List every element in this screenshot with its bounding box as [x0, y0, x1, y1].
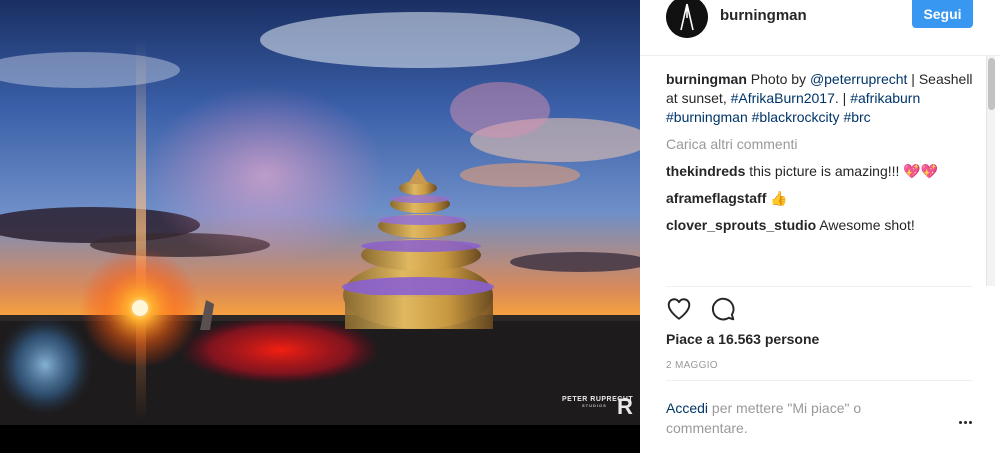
- comment-username[interactable]: aframeflagstaff: [666, 190, 766, 206]
- sunset-seashell-image: R: [0, 0, 640, 453]
- caption-hashtag[interactable]: #blackrockcity: [752, 109, 840, 125]
- more-options-icon: [963, 420, 967, 424]
- caption-text-1: Photo by: [746, 71, 810, 87]
- post-photo[interactable]: R PETER RUPRECHT STUDIOS: [0, 0, 640, 453]
- comment-item: clover_sprouts_studio Awesome shot!: [666, 216, 984, 235]
- avatar[interactable]: [666, 0, 708, 38]
- caption-hashtag[interactable]: #burningman: [666, 109, 748, 125]
- comments-scrollbar[interactable]: [986, 56, 995, 286]
- likes-count[interactable]: Piace a 16.563 persone: [666, 331, 819, 347]
- comment-button[interactable]: [710, 296, 736, 322]
- comments-list[interactable]: burningman Photo by @peterruprecht | Sea…: [666, 70, 984, 286]
- post-date: 2 MAGGIO: [666, 360, 718, 371]
- comment-text: this picture is amazing!!!: [745, 163, 904, 179]
- sparkling-heart-emoji-icon: 💖💖: [903, 163, 939, 179]
- post-header: burningman Segui: [640, 0, 1000, 56]
- more-options-icon: [968, 420, 972, 424]
- caption-mention[interactable]: @peterruprecht: [810, 71, 907, 87]
- heart-outline-icon: [667, 298, 691, 320]
- scrollbar-thumb[interactable]: [988, 58, 995, 110]
- follow-button[interactable]: Segui: [912, 0, 973, 28]
- comment-username[interactable]: thekindreds: [666, 163, 745, 179]
- divider: [666, 380, 972, 381]
- like-button[interactable]: [666, 296, 692, 322]
- login-prompt: Accedi per mettere "Mi piace" o commenta…: [666, 398, 916, 438]
- more-options-button[interactable]: [955, 412, 975, 432]
- speech-bubble-icon: [711, 297, 735, 321]
- caption-hashtag[interactable]: #afrikaburn: [850, 90, 920, 106]
- caption-username[interactable]: burningman: [666, 71, 747, 87]
- post-side-panel: burningman Segui burningman Photo by @pe…: [640, 0, 1000, 453]
- more-options-icon: [958, 420, 962, 424]
- login-link[interactable]: Accedi: [666, 400, 708, 416]
- photo-watermark: PETER RUPRECHT STUDIOS: [562, 396, 634, 408]
- caption-hashtag[interactable]: #brc: [843, 109, 870, 125]
- burning-man-logo-icon: [666, 0, 708, 38]
- post-caption: burningman Photo by @peterruprecht | Sea…: [666, 70, 984, 127]
- caption-hashtag-event[interactable]: #AfrikaBurn2017: [731, 90, 835, 106]
- post-username[interactable]: burningman: [720, 7, 807, 24]
- caption-text-3: . |: [834, 90, 851, 106]
- comment-item: aframeflagstaff 👍: [666, 189, 984, 208]
- divider: [666, 286, 972, 287]
- thumbs-up-emoji-icon: 👍: [770, 190, 788, 206]
- comment-text: Awesome shot!: [816, 217, 915, 233]
- load-more-comments[interactable]: Carica altri commenti: [666, 135, 984, 154]
- comment-username[interactable]: clover_sprouts_studio: [666, 217, 816, 233]
- comment-item: thekindreds this picture is amazing!!! 💖…: [666, 162, 984, 181]
